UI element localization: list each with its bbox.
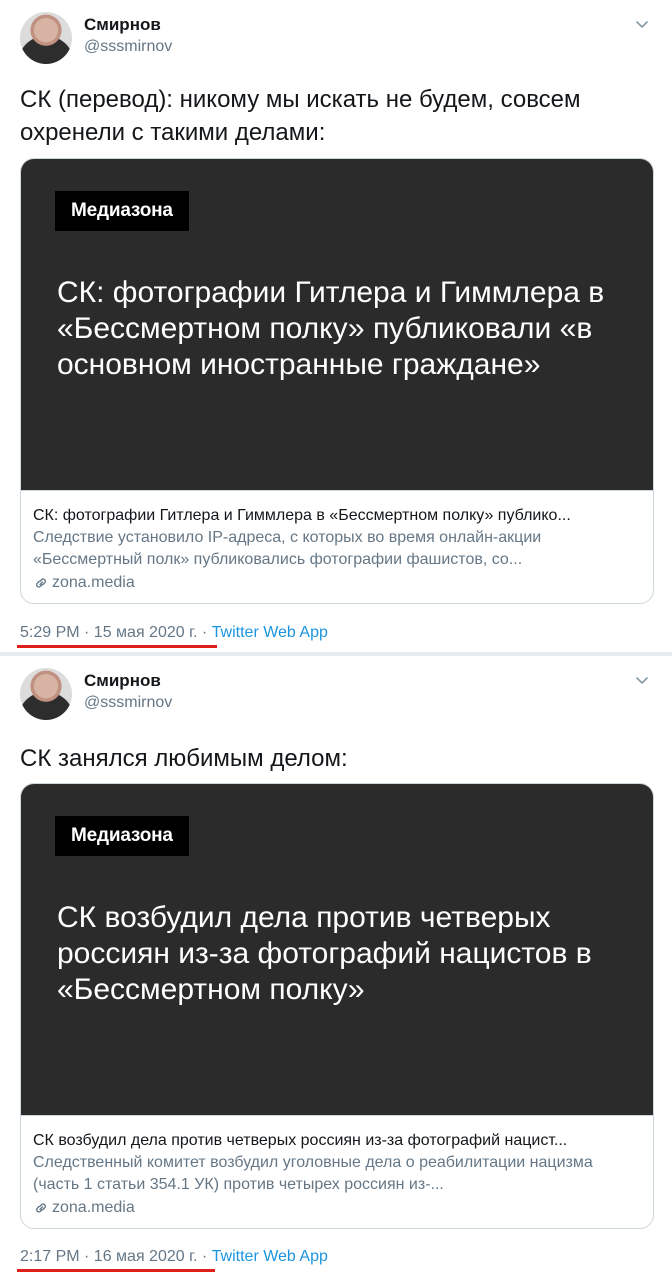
link-icon xyxy=(36,578,46,588)
tweet-text: СК (перевод): никому мы искать не будем,… xyxy=(20,86,581,146)
chevron-down-icon[interactable] xyxy=(634,16,650,32)
card-title: СК возбудил дела против четверых россиян… xyxy=(33,1132,568,1149)
meta-separator: · xyxy=(201,624,208,641)
card-image[interactable]: Медиазона СК возбудил дела против четвер… xyxy=(21,784,653,1115)
card-domain-text: zona.media xyxy=(52,574,135,591)
tweet-meta: 2:17 PM · 16 мая 2020 г. · Twitter Web A… xyxy=(20,1248,328,1266)
avatar[interactable] xyxy=(20,12,72,64)
card-meta[interactable]: СК: фотографии Гитлера и Гиммлера в «Бес… xyxy=(21,490,653,603)
author-name[interactable]: Смирнов xyxy=(84,671,161,691)
chevron-down-icon[interactable] xyxy=(634,672,650,688)
card-title: СК: фотографии Гитлера и Гиммлера в «Бес… xyxy=(33,507,571,524)
highlight-underline xyxy=(17,1269,215,1272)
link-card[interactable]: Медиазона СК возбудил дела против четвер… xyxy=(20,783,654,1229)
card-domain: zona.media xyxy=(33,1197,643,1219)
mediazona-logo: Медиазона xyxy=(55,816,189,856)
tweet: Смирнов @sssmirnov СК (перевод): никому … xyxy=(0,0,672,652)
author-name[interactable]: Смирнов xyxy=(84,15,161,35)
link-card[interactable]: Медиазона СК: фотографии Гитлера и Гиммл… xyxy=(20,158,654,604)
timestamp[interactable]: 5:29 PM · 15 мая 2020 г. xyxy=(20,624,197,641)
card-description: Следственный комитет возбудил уголовные … xyxy=(33,1154,593,1193)
author-handle[interactable]: @sssmirnov xyxy=(84,38,172,56)
tweet-meta: 5:29 PM · 15 мая 2020 г. · Twitter Web A… xyxy=(20,624,328,642)
card-image-headline: СК возбудил дела против четверых россиян… xyxy=(57,901,592,1006)
author-handle[interactable]: @sssmirnov xyxy=(84,694,172,712)
mediazona-logo: Медиазона xyxy=(55,191,189,231)
link-icon xyxy=(36,1203,46,1213)
card-meta[interactable]: СК возбудил дела против четверых россиян… xyxy=(21,1115,653,1228)
source-app[interactable]: Twitter Web App xyxy=(212,1248,328,1265)
tweet-text: СК занялся любимым делом: xyxy=(20,745,348,772)
card-domain-text: zona.media xyxy=(52,1199,135,1216)
tweet: Смирнов @sssmirnov СК занялся любимым де… xyxy=(0,656,672,1280)
card-domain: zona.media xyxy=(33,572,643,594)
source-app[interactable]: Twitter Web App xyxy=(212,624,328,641)
avatar[interactable] xyxy=(20,668,72,720)
card-image[interactable]: Медиазона СК: фотографии Гитлера и Гиммл… xyxy=(21,159,653,490)
card-description: Следствие установило IP-адреса, с которы… xyxy=(33,529,542,568)
meta-separator: · xyxy=(201,1248,208,1265)
timestamp[interactable]: 2:17 PM · 16 мая 2020 г. xyxy=(20,1248,197,1265)
card-image-headline: СК: фотографии Гитлера и Гиммлера в «Бес… xyxy=(57,276,605,381)
highlight-underline xyxy=(17,645,217,648)
